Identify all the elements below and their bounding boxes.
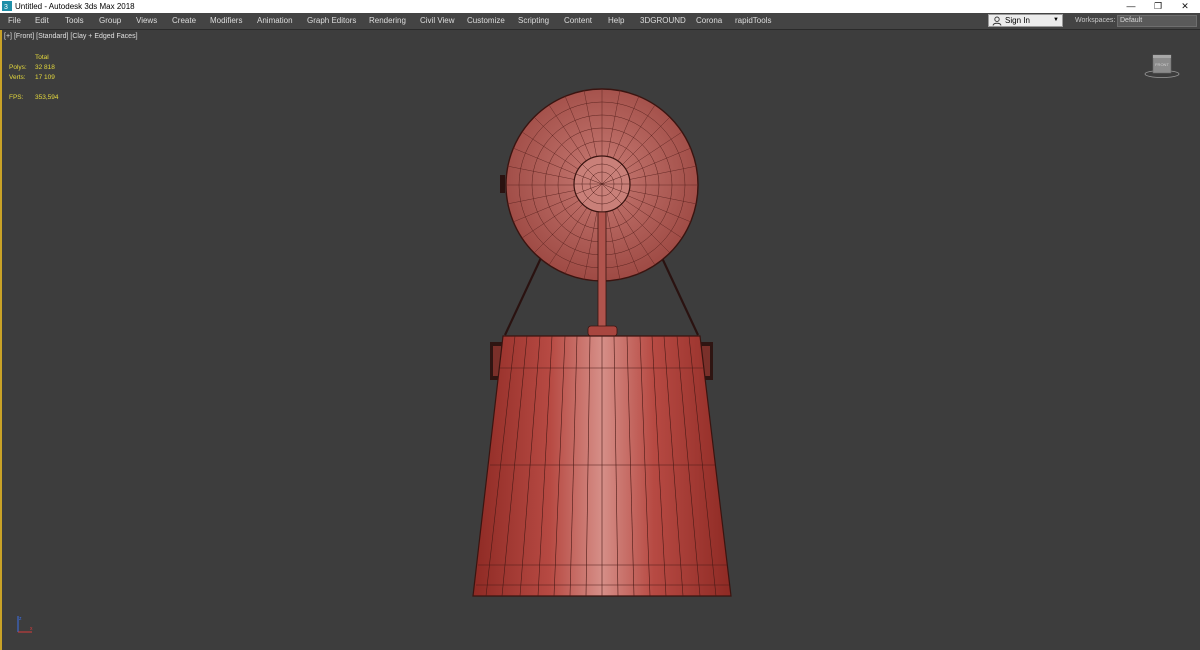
- center-bulb: [573, 155, 631, 213]
- scene-model[interactable]: [0, 0, 1200, 650]
- lamp-shade: [472, 335, 732, 597]
